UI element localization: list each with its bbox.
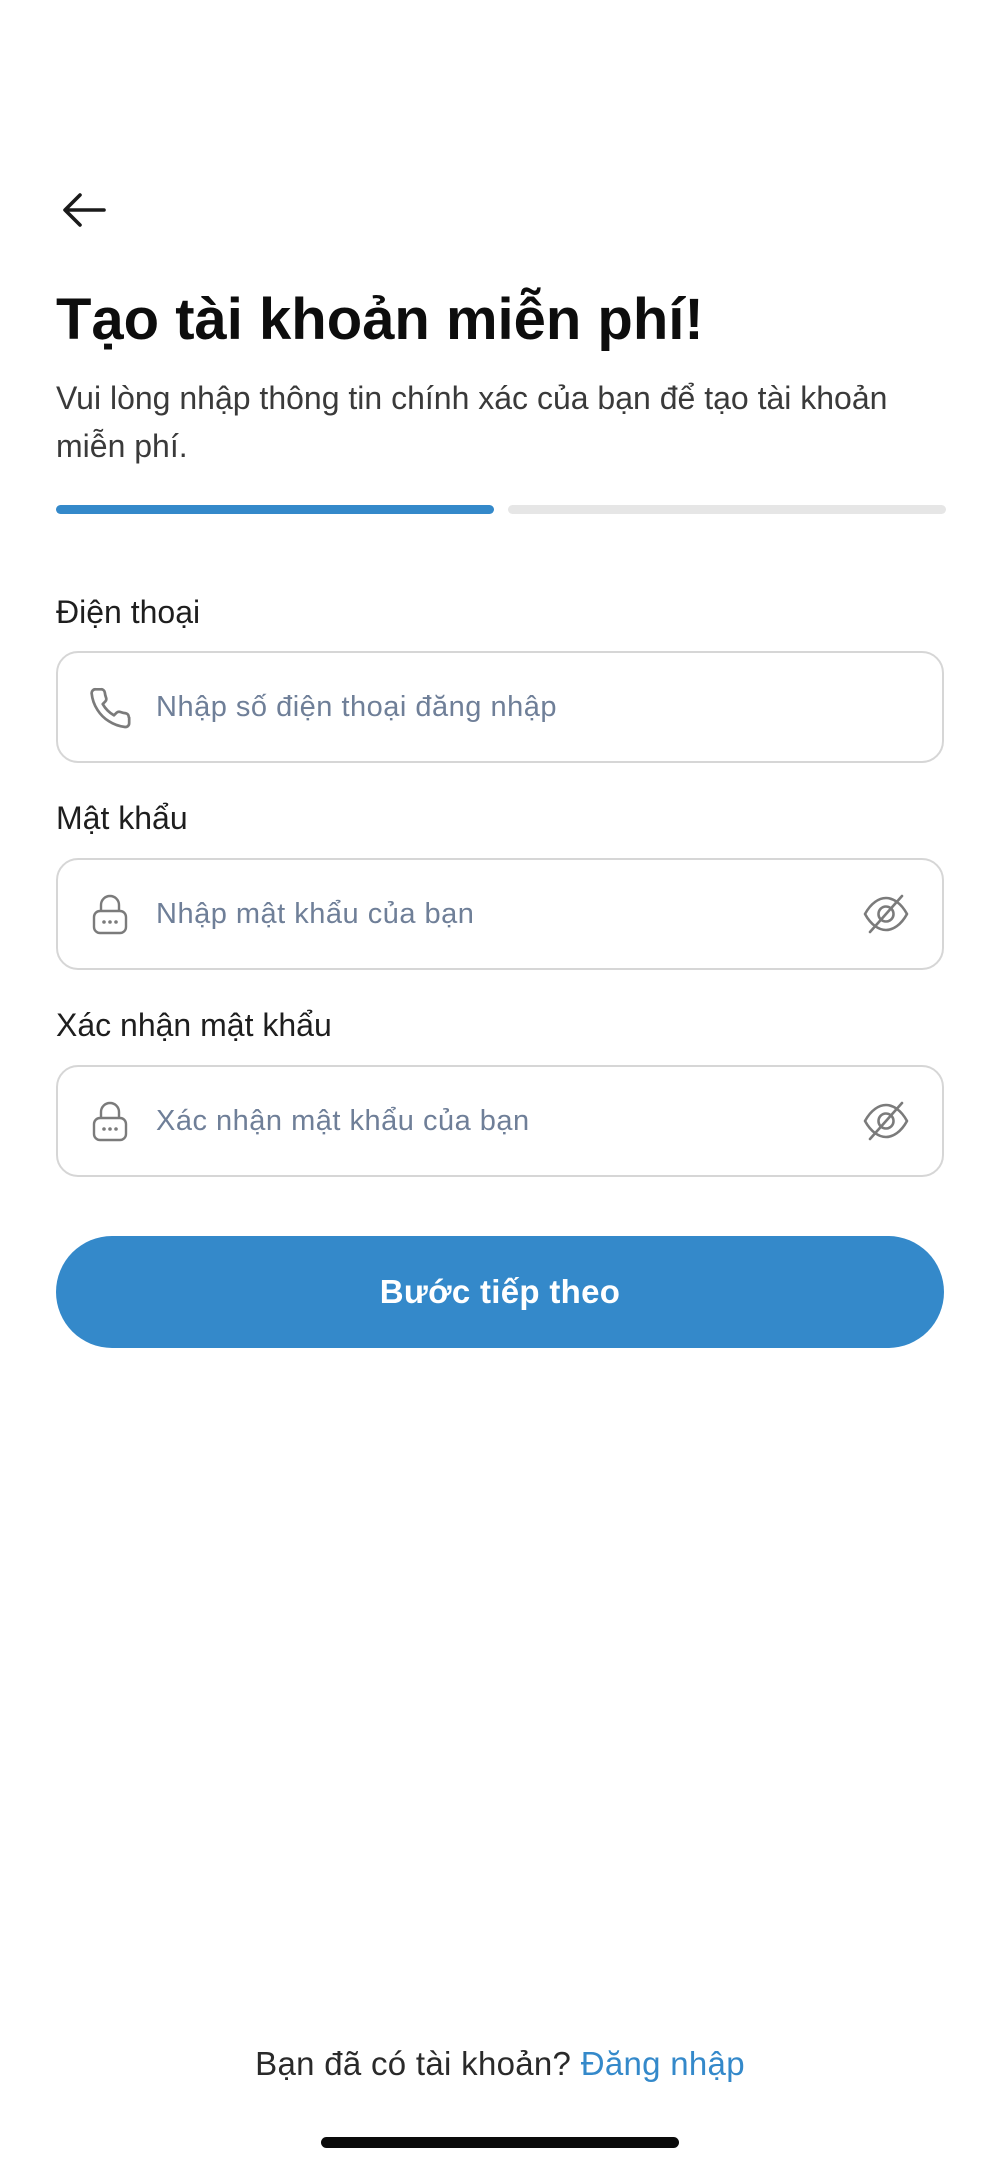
progress-step-2	[508, 505, 946, 514]
confirm-password-field[interactable]	[56, 1065, 944, 1177]
page-title: Tạo tài khoản miễn phí!	[56, 287, 704, 352]
step-progress	[56, 505, 946, 514]
lock-icon	[84, 888, 136, 940]
phone-field[interactable]	[56, 651, 944, 763]
password-input[interactable]	[156, 897, 858, 931]
phone-icon	[84, 681, 136, 733]
confirm-password-label: Xác nhận mật khẩu	[56, 1007, 332, 1043]
eye-off-icon[interactable]	[858, 1093, 914, 1149]
home-indicator	[321, 2137, 679, 2148]
login-prompt: Bạn đã có tài khoản? Đăng nhập	[0, 2042, 1000, 2086]
lock-icon	[84, 1095, 136, 1147]
password-field[interactable]	[56, 858, 944, 970]
progress-step-1	[56, 505, 494, 514]
phone-label: Điện thoại	[56, 594, 201, 630]
confirm-password-input[interactable]	[156, 1104, 858, 1138]
phone-input[interactable]	[156, 690, 914, 724]
eye-off-icon[interactable]	[858, 886, 914, 942]
arrow-left-icon	[60, 190, 108, 235]
back-button[interactable]	[52, 180, 116, 244]
login-prompt-text: Bạn đã có tài khoản?	[255, 2045, 572, 2082]
login-link[interactable]: Đăng nhập	[581, 2045, 745, 2082]
password-label: Mật khẩu	[56, 800, 188, 836]
page-subtitle: Vui lòng nhập thông tin chính xác của bạ…	[56, 380, 888, 464]
next-step-button[interactable]: Bước tiếp theo	[56, 1236, 944, 1348]
